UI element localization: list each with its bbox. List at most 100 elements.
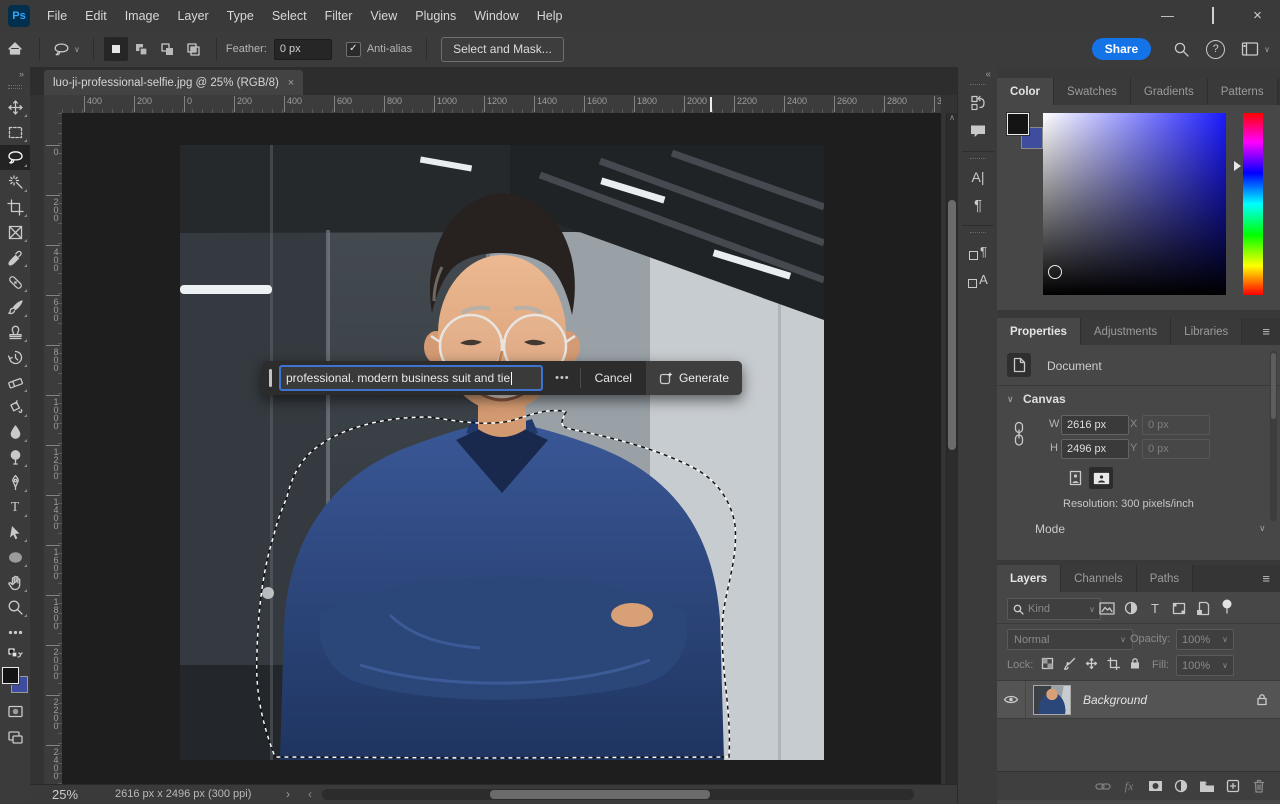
feather-input[interactable] — [274, 39, 332, 60]
taskbar-grip[interactable] — [269, 369, 272, 387]
paragraph-styles-panel-icon[interactable]: ¶ — [958, 237, 998, 265]
menu-edit[interactable]: Edit — [76, 5, 116, 27]
lock-position-icon[interactable] — [1081, 654, 1101, 672]
paint-bucket-tool[interactable] — [0, 395, 30, 420]
filter-smart-objects-icon[interactable] — [1193, 599, 1213, 617]
filter-adjustment-layers-icon[interactable] — [1121, 599, 1141, 617]
paragraph-panel-icon[interactable]: ¶ — [958, 191, 998, 219]
path-selection-tool[interactable] — [0, 520, 30, 545]
opacity-input[interactable]: 100% ∨ — [1176, 629, 1234, 650]
cancel-button[interactable]: Cancel — [581, 371, 646, 385]
chevron-down-icon[interactable]: ∨ — [1264, 45, 1270, 54]
close-tab-icon[interactable]: × — [288, 77, 294, 89]
tool-preset-lasso[interactable]: ∨ — [49, 41, 84, 58]
hue-slider-marker[interactable] — [1234, 161, 1241, 171]
scroll-up-icon[interactable]: ∧ — [947, 113, 957, 122]
orientation-landscape-button[interactable] — [1089, 467, 1113, 489]
search-icon[interactable] — [1173, 41, 1190, 58]
canvas-viewport[interactable]: professional. modern business suit and t… — [62, 113, 941, 785]
eyedropper-tool[interactable] — [0, 245, 30, 270]
menu-plugins[interactable]: Plugins — [406, 5, 465, 27]
rectangular-marquee-tool[interactable] — [0, 120, 30, 145]
maximize-button[interactable] — [1190, 8, 1235, 23]
link-dimensions-icon[interactable] — [1013, 421, 1025, 447]
properties-scroll-thumb[interactable] — [1271, 353, 1276, 419]
screen-mode-button[interactable] — [0, 724, 30, 749]
prompt-input[interactable]: professional. modern business suit and t… — [279, 365, 543, 391]
lock-artboard-icon[interactable] — [1103, 654, 1123, 672]
document-tab[interactable]: luo-ji-professional-selfie.jpg @ 25% (RG… — [44, 70, 303, 95]
color-picker-ring[interactable] — [1048, 265, 1062, 279]
foreground-background-swatches[interactable] — [2, 667, 28, 693]
top-ruler[interactable]: 4002000200400600800100012001400160018002… — [62, 95, 941, 114]
link-layers-button[interactable] — [1090, 774, 1116, 798]
lasso-tool[interactable] — [0, 145, 30, 170]
healing-brush-tool[interactable] — [0, 270, 30, 295]
status-next-icon[interactable]: › — [286, 787, 290, 801]
filter-toggle[interactable] — [1221, 598, 1233, 616]
menu-window[interactable]: Window — [465, 5, 527, 27]
photo-canvas[interactable] — [180, 145, 824, 760]
quick-mask-button[interactable] — [0, 699, 30, 724]
comments-panel-icon[interactable] — [958, 117, 998, 145]
frame-tool[interactable] — [0, 220, 30, 245]
layer-name[interactable]: Background — [1083, 693, 1147, 707]
minimize-button[interactable]: — — [1145, 8, 1190, 23]
properties-panel-menu-icon[interactable]: ≡ — [1252, 318, 1280, 345]
menu-type[interactable]: Type — [218, 5, 263, 27]
canvas-horizontal-scrollbar[interactable] — [322, 789, 914, 800]
layer-thumbnail[interactable] — [1033, 685, 1071, 715]
layer-row-background[interactable]: Background — [997, 681, 1280, 719]
orientation-portrait-button[interactable] — [1063, 467, 1087, 489]
filter-type-layers-icon[interactable]: T — [1145, 599, 1165, 617]
subtract-selection-mode-button[interactable] — [156, 37, 180, 61]
tab-adjustments[interactable]: Adjustments — [1081, 318, 1171, 345]
properties-scroll-down-icon[interactable]: ∨ — [1259, 523, 1266, 534]
foreground-color-swatch[interactable] — [2, 667, 19, 684]
new-group-button[interactable] — [1194, 774, 1220, 798]
zoom-tool[interactable] — [0, 595, 30, 620]
foreground-color-swatch[interactable] — [1007, 113, 1029, 135]
menu-select[interactable]: Select — [263, 5, 316, 27]
delete-layer-button[interactable] — [1246, 774, 1272, 798]
add-selection-mode-button[interactable] — [130, 37, 154, 61]
tools-grip[interactable] — [8, 85, 22, 89]
filter-pixel-layers-icon[interactable] — [1097, 599, 1117, 617]
canvas-section-chevron[interactable]: ∨ — [1007, 394, 1014, 405]
clone-stamp-tool[interactable] — [0, 320, 30, 345]
menu-help[interactable]: Help — [528, 5, 572, 27]
share-button[interactable]: Share — [1092, 38, 1151, 60]
color-field[interactable] — [1043, 113, 1226, 295]
hue-slider[interactable] — [1243, 113, 1263, 295]
canvas-width-input[interactable]: 2616 px — [1061, 415, 1129, 435]
history-panel-icon[interactable] — [958, 89, 998, 117]
object-selection-tool[interactable] — [0, 170, 30, 195]
edit-toolbar-button[interactable] — [0, 620, 30, 645]
type-tool[interactable]: T — [0, 495, 30, 520]
status-prev-icon[interactable]: ‹ — [308, 787, 312, 801]
horizontal-scroll-thumb[interactable] — [490, 790, 710, 799]
layer-filter-type-select[interactable]: Kind ∨ — [1007, 598, 1101, 620]
tab-layers[interactable]: Layers — [997, 565, 1061, 592]
intersect-selection-mode-button[interactable] — [182, 37, 206, 61]
select-and-mask-button[interactable]: Select and Mask... — [441, 37, 564, 62]
close-button[interactable]: × — [1235, 7, 1280, 24]
layer-visibility-toggle[interactable] — [997, 681, 1026, 718]
tab-channels[interactable]: Channels — [1061, 565, 1137, 592]
menu-layer[interactable]: Layer — [168, 5, 217, 27]
pen-tool[interactable] — [0, 470, 30, 495]
dodge-tool[interactable] — [0, 445, 30, 470]
menu-file[interactable]: File — [38, 5, 76, 27]
history-brush-tool[interactable] — [0, 345, 30, 370]
more-options-button[interactable]: ••• — [555, 372, 570, 384]
character-styles-panel-icon[interactable]: A — [958, 265, 998, 293]
canvas-vertical-scrollbar[interactable]: ∧ — [946, 113, 957, 785]
new-selection-mode-button[interactable] — [104, 37, 128, 61]
lock-all-icon[interactable] — [1125, 654, 1145, 672]
tab-paths[interactable]: Paths — [1137, 565, 1193, 592]
tab-properties[interactable]: Properties — [997, 318, 1081, 345]
tab-color[interactable]: Color — [997, 78, 1054, 105]
crop-tool[interactable] — [0, 195, 30, 220]
character-panel-icon[interactable]: A| — [958, 163, 998, 191]
properties-scrollbar[interactable] — [1270, 351, 1277, 521]
